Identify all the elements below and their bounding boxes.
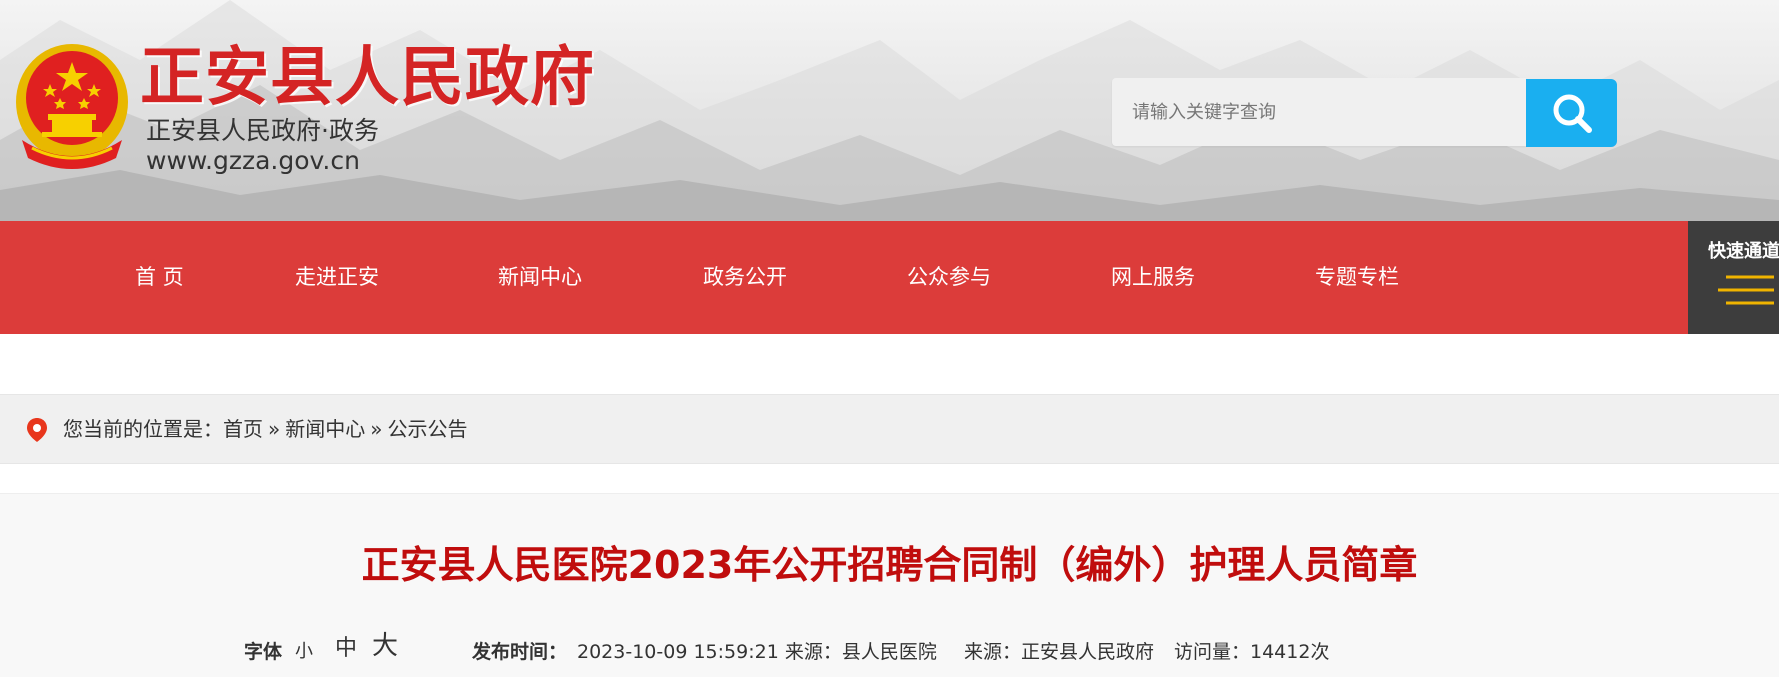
menu-icon (1718, 275, 1774, 305)
nav-item-news[interactable]: 新闻中心 (498, 221, 582, 334)
location-pin-icon (27, 418, 47, 442)
main-nav: 首 页 走进正安 新闻中心 政务公开 公众参与 网上服务 专题专栏 (0, 221, 1779, 334)
breadcrumb: 您当前的位置是：首页» 新闻中心» 公示公告 (0, 394, 1779, 464)
quick-access-button[interactable]: 快速通道 (1688, 221, 1779, 334)
article-panel: 正安县人民医院2023年公开招聘合同制（编外）护理人员简章 字体 小 中 大 发… (0, 493, 1779, 677)
publish-time-label: 发布时间： (472, 641, 568, 663)
national-emblem-icon (16, 44, 128, 169)
font-size-large-button[interactable]: 大 (372, 633, 398, 659)
breadcrumb-announcements[interactable]: 公示公告 (388, 417, 468, 441)
site-title: 正安县人民政府 (140, 41, 595, 115)
search-icon (1553, 94, 1592, 133)
breadcrumb-separator: » (268, 417, 281, 441)
site-header: 正安县人民政府 正安县人民政府·政务 www.gzza.gov.cn (0, 0, 1779, 221)
search-box (1112, 78, 1526, 146)
article-title: 正安县人民医院2023年公开招聘合同制（编外）护理人员简章 (361, 543, 1418, 587)
site-url[interactable]: www.gzza.gov.cn (146, 146, 360, 176)
nav-item-about[interactable]: 走进正安 (295, 221, 379, 334)
search-button[interactable] (1526, 79, 1617, 147)
breadcrumb-home[interactable]: 首页 (223, 417, 263, 441)
quick-access-label: 快速通道 (1708, 241, 1779, 262)
font-size-small-button[interactable]: 小 (295, 639, 313, 665)
publish-time-value: 2023-10-09 15:59:21 来源：县人民医院 (577, 641, 937, 663)
font-size-medium-button[interactable]: 中 (335, 636, 357, 662)
nav-item-home[interactable]: 首 页 (135, 221, 184, 334)
breadcrumb-prefix: 您当前的位置是： (63, 417, 223, 441)
site-subtitle: 正安县人民政府·政务 (146, 116, 379, 145)
font-size-label: 字体 (244, 641, 283, 663)
breadcrumb-trail: 您当前的位置是：首页» 新闻中心» 公示公告 (63, 395, 468, 463)
nav-item-online-services[interactable]: 网上服务 (1111, 221, 1195, 334)
source-text: 来源：正安县人民政府 (964, 641, 1155, 663)
search-input[interactable] (1112, 78, 1514, 146)
breadcrumb-separator: » (370, 417, 383, 441)
nav-item-participation[interactable]: 公众参与 (907, 221, 991, 334)
breadcrumb-news[interactable]: 新闻中心 (285, 417, 365, 441)
view-count: 访问量：14412次 (1174, 641, 1330, 663)
nav-item-gov-affairs[interactable]: 政务公开 (703, 221, 787, 334)
nav-item-topics[interactable]: 专题专栏 (1315, 221, 1399, 334)
